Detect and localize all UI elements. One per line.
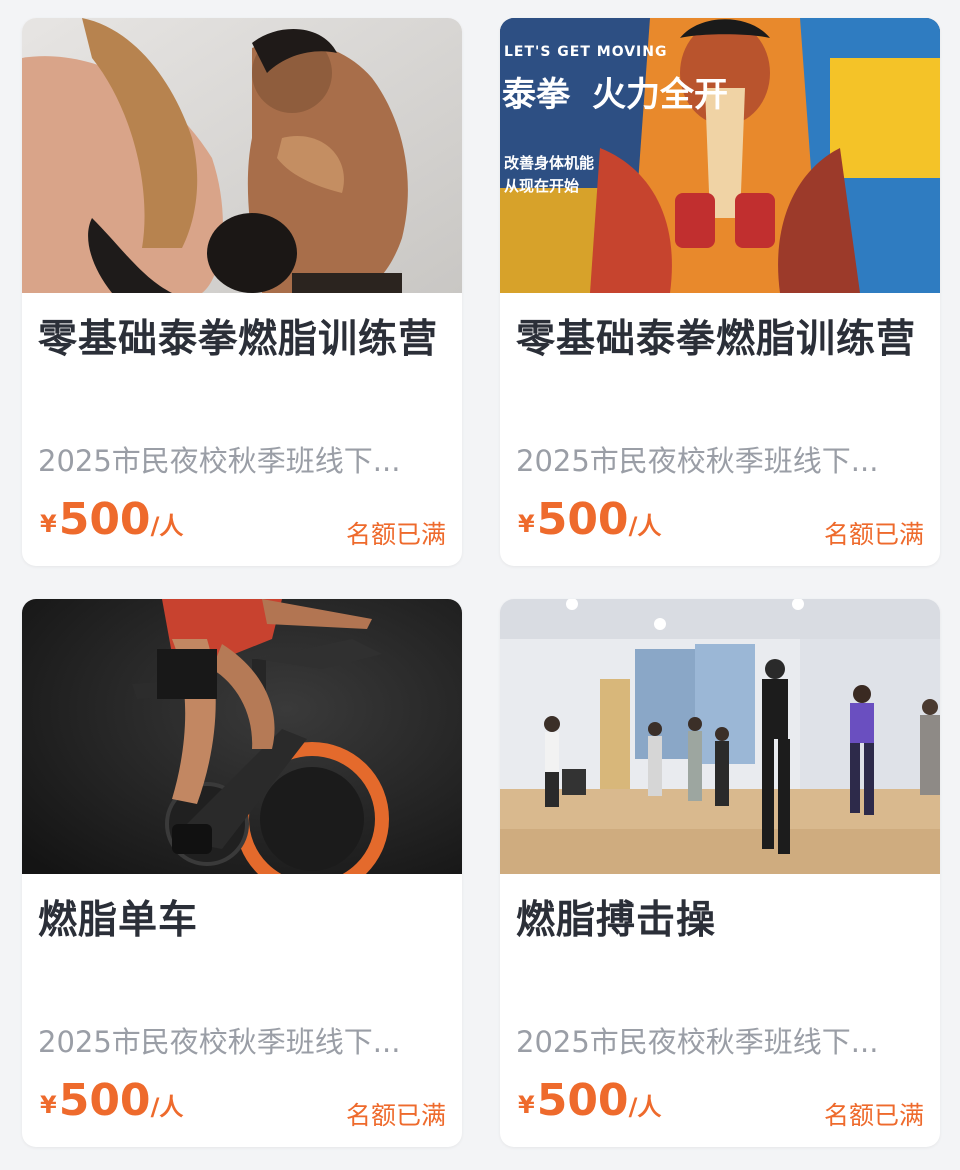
currency-symbol: ¥ <box>40 1091 57 1119</box>
course-subtitle: 2025市民夜校秋季班线下... <box>38 444 401 478</box>
course-subtitle: 2025市民夜校秋季班线下... <box>38 1025 401 1059</box>
course-subtitle: 2025市民夜校秋季班线下... <box>516 444 879 478</box>
course-price: ¥500/人 <box>40 494 183 545</box>
course-subtitle: 2025市民夜校秋季班线下... <box>516 1025 879 1059</box>
muay-thai-poster-graffiti: LET'S GET MOVING 泰拳 火力全开 改善身体机能 从现在开始 <box>500 18 940 293</box>
enrollment-status: 名额已满 <box>345 520 446 549</box>
course-price: ¥500/人 <box>518 494 661 545</box>
course-image[interactable]: LET'S GET MOVING 泰拳 火力全开 改善身体机能 从现在开始 <box>500 18 940 293</box>
price-value: 500 <box>58 494 151 545</box>
poster-subline-1: 改善身体机能 <box>504 154 594 172</box>
muay-thai-sparring-photo <box>22 18 462 293</box>
price-unit: /人 <box>628 512 662 540</box>
course-image[interactable] <box>22 18 462 293</box>
poster-headline-1: 泰拳 <box>502 75 571 115</box>
currency-symbol: ¥ <box>518 1091 535 1119</box>
price-value: 500 <box>58 1075 151 1126</box>
poster-headline-2: 火力全开 <box>592 75 728 115</box>
course-card[interactable]: 零基础泰拳燃脂训练营 2025市民夜校秋季班线下... ¥500/人 名额已满 <box>22 18 462 566</box>
course-image[interactable] <box>500 599 940 874</box>
course-card[interactable]: 燃脂单车 2025市民夜校秋季班线下... ¥500/人 名额已满 <box>22 599 462 1147</box>
course-title: 零基础泰拳燃脂训练营 <box>38 317 439 362</box>
price-value: 500 <box>536 1075 629 1126</box>
enrollment-status: 名额已满 <box>345 1101 446 1130</box>
currency-symbol: ¥ <box>40 510 57 538</box>
course-card[interactable]: LET'S GET MOVING 泰拳 火力全开 改善身体机能 从现在开始 零基… <box>500 18 940 566</box>
price-unit: /人 <box>150 512 184 540</box>
enrollment-status: 名额已满 <box>823 520 924 549</box>
course-price: ¥500/人 <box>518 1075 661 1126</box>
course-grid: 零基础泰拳燃脂训练营 2025市民夜校秋季班线下... ¥500/人 名额已满 <box>0 0 960 1170</box>
course-image[interactable] <box>22 599 462 874</box>
poster-tagline: LET'S GET MOVING <box>504 44 667 60</box>
course-title: 燃脂搏击操 <box>516 898 717 943</box>
enrollment-status: 名额已满 <box>823 1101 924 1130</box>
price-value: 500 <box>536 494 629 545</box>
course-card[interactable]: 燃脂搏击操 2025市民夜校秋季班线下... ¥500/人 名额已满 <box>500 599 940 1147</box>
price-unit: /人 <box>150 1093 184 1121</box>
course-title: 零基础泰拳燃脂训练营 <box>516 317 917 362</box>
course-price: ¥500/人 <box>40 1075 183 1126</box>
currency-symbol: ¥ <box>518 510 535 538</box>
course-title: 燃脂单车 <box>38 898 199 943</box>
price-unit: /人 <box>628 1093 662 1121</box>
kickboxing-aerobics-class-photo <box>500 599 940 874</box>
spin-bike-photo <box>22 599 462 874</box>
poster-subline-2: 从现在开始 <box>504 177 579 195</box>
